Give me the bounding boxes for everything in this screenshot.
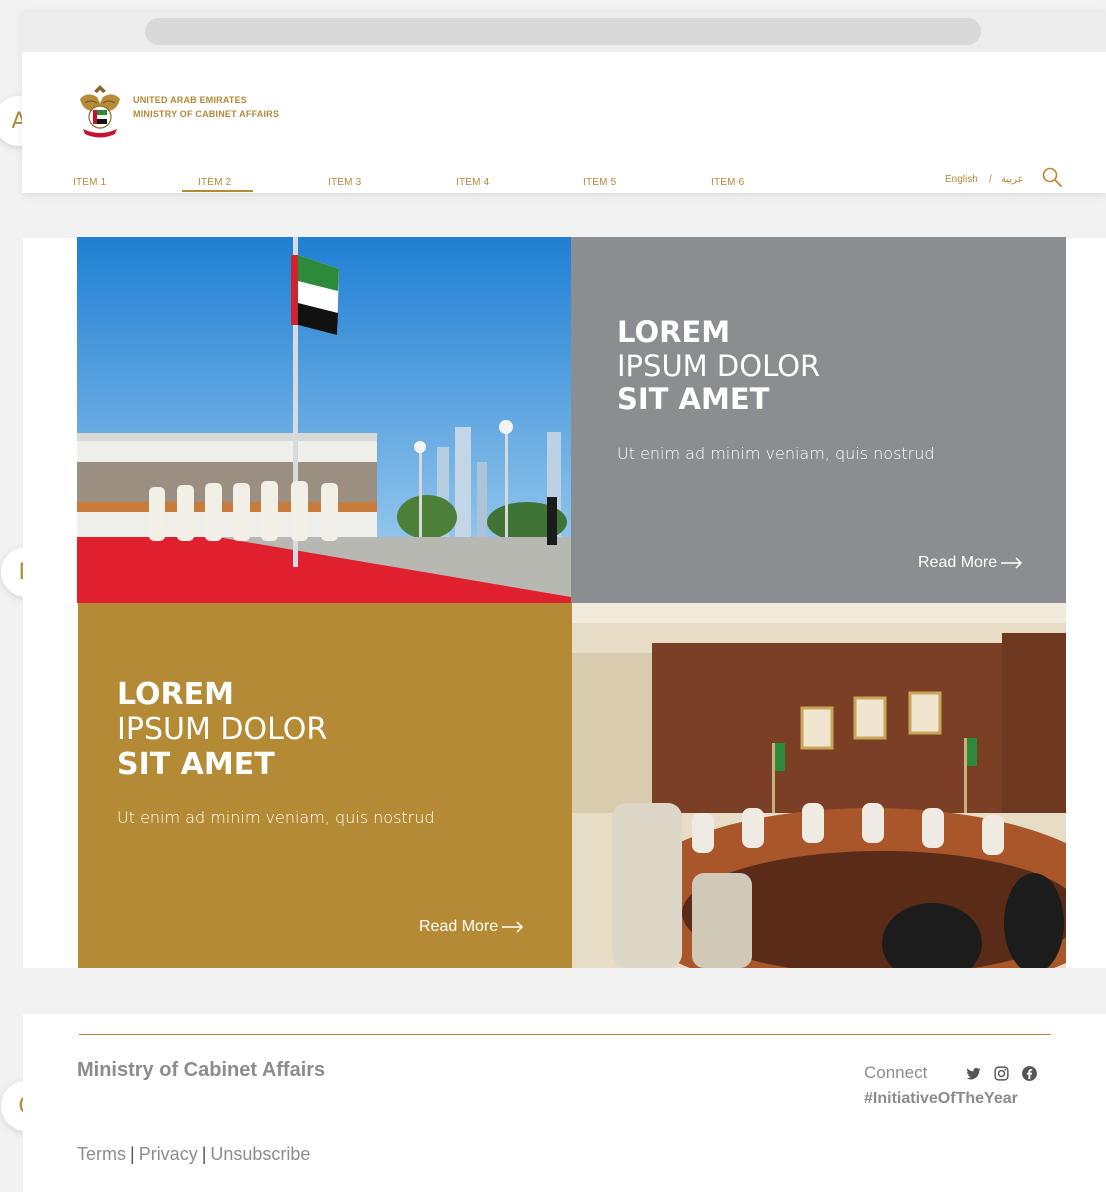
- footer-title: Ministry of Cabinet Affairs: [77, 1059, 326, 1081]
- cabinet-meeting-illustration: [572, 603, 1066, 968]
- brand-name: UNITED ARAB EMIRATES MINISTRY OF CABINET…: [133, 93, 279, 121]
- unsubscribe-link[interactable]: Unsubscribe: [210, 1144, 310, 1164]
- terms-link[interactable]: Terms: [77, 1144, 126, 1164]
- grey-tile-subtitle: Ut enim ad minim veniam, quis nostrud: [617, 444, 935, 463]
- instagram-icon[interactable]: [993, 1065, 1010, 1082]
- brand-line-1: UNITED ARAB EMIRATES: [133, 95, 247, 105]
- grey-tile-heading: LOREM IPSUM DOLOR SIT AMET: [617, 315, 821, 417]
- gold-tile-heading-line2: IPSUM DOLOR: [117, 711, 328, 747]
- grey-tile-read-more-link[interactable]: Read More: [918, 554, 1023, 572]
- footer-divider: [79, 1034, 1051, 1035]
- grey-tile-heading-line3: SIT AMET: [617, 382, 770, 417]
- address-bar[interactable]: [145, 18, 981, 45]
- grey-tile-read-more-label: Read More: [918, 554, 998, 571]
- gold-tile-heading-line3: SIT AMET: [117, 746, 275, 782]
- twitter-icon[interactable]: [965, 1065, 982, 1082]
- footer-panel: Ministry of Cabinet Affairs Connect #Ini…: [23, 1014, 1106, 1192]
- nav-item-2[interactable]: ITEM 2: [198, 177, 231, 188]
- content-panel: LOREM IPSUM DOLOR SIT AMET Ut enim ad mi…: [23, 237, 1106, 968]
- language-arabic-link[interactable]: عربية: [1001, 174, 1024, 185]
- brand-line-2: MINISTRY OF CABINET AFFAIRS: [133, 109, 280, 119]
- search-icon[interactable]: [1042, 167, 1062, 187]
- flag-ceremony-photo[interactable]: [77, 237, 571, 603]
- uae-emblem-logo[interactable]: [77, 81, 123, 139]
- arrow-right-icon: [1001, 557, 1023, 569]
- nav-item-5[interactable]: ITEM 5: [583, 177, 616, 188]
- hashtag-label: #InitiativeOfTheYear: [864, 1090, 1018, 1107]
- cabinet-meeting-photo[interactable]: [572, 603, 1066, 968]
- grey-tile-heading-line1: LOREM: [617, 315, 731, 349]
- link-separator: |: [201, 1144, 207, 1164]
- gold-tile-heading-line1: LOREM: [117, 677, 234, 712]
- gold-tile-read-more-label: Read More: [419, 918, 499, 935]
- language-english-link[interactable]: English: [945, 174, 978, 185]
- gold-tile-subtitle: Ut enim ad minim veniam, quis nostrud: [117, 808, 435, 827]
- gold-feature-tile[interactable]: LOREM IPSUM DOLOR SIT AMET Ut enim ad mi…: [78, 603, 572, 968]
- flag-ceremony-illustration: [77, 237, 571, 603]
- connect-label: Connect: [864, 1063, 928, 1082]
- nav-item-6[interactable]: ITEM 6: [711, 177, 744, 188]
- language-separator: /: [989, 174, 992, 185]
- grey-feature-tile[interactable]: LOREM IPSUM DOLOR SIT AMET Ut enim ad mi…: [571, 237, 1066, 603]
- browser-toolbar: [22, 10, 1106, 52]
- header-panel: UNITED ARAB EMIRATES MINISTRY OF CABINET…: [22, 10, 1106, 193]
- gold-tile-heading: LOREM IPSUM DOLOR SIT AMET: [117, 677, 328, 782]
- arrow-right-icon: [502, 921, 524, 933]
- nav-item-1[interactable]: ITEM 1: [73, 177, 106, 188]
- privacy-link[interactable]: Privacy: [139, 1144, 198, 1164]
- facebook-icon[interactable]: [1021, 1065, 1038, 1082]
- main-nav: ITEM 1 ITEM 2 ITEM 3 ITEM 4 ITEM 5 ITEM …: [22, 177, 782, 193]
- gold-tile-read-more-link[interactable]: Read More: [419, 918, 524, 936]
- nav-item-3[interactable]: ITEM 3: [328, 177, 361, 188]
- footer-links: Terms | Privacy | Unsubscribe: [77, 1144, 310, 1165]
- nav-item-4[interactable]: ITEM 4: [456, 177, 489, 188]
- active-nav-indicator: [182, 190, 253, 192]
- grey-tile-heading-line2: IPSUM DOLOR: [617, 348, 821, 383]
- link-separator: |: [130, 1144, 135, 1164]
